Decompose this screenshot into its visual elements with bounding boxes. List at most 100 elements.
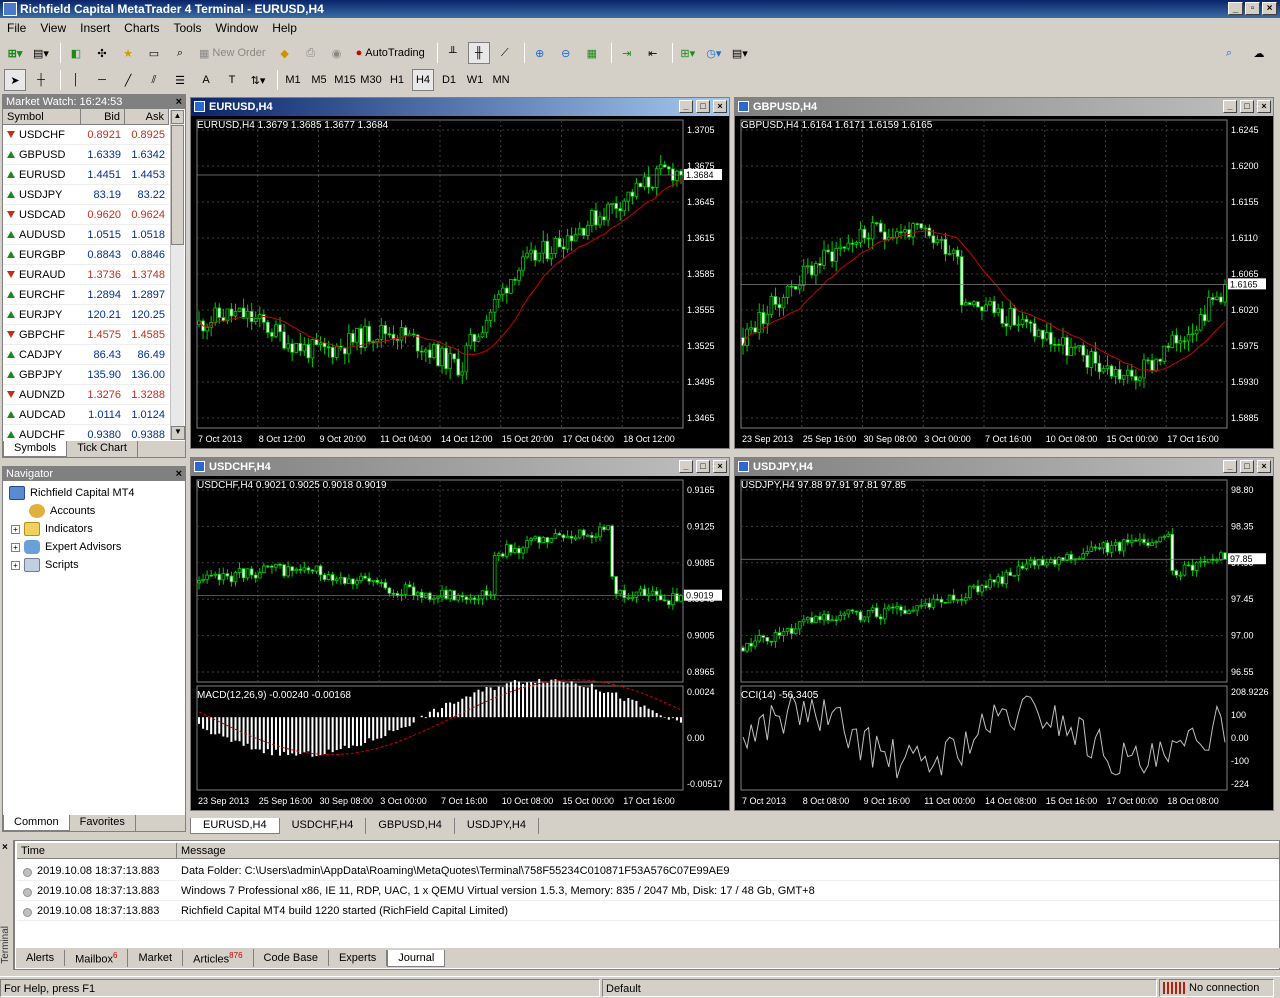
crosshair-icon[interactable]: ┼: [30, 69, 52, 91]
metaeditor-icon[interactable]: ◆: [274, 42, 296, 64]
menu-tools[interactable]: Tools: [167, 21, 209, 35]
chart-title-bar[interactable]: GBPUSD,H4 _ □ ×: [735, 98, 1273, 116]
timeframe-h4[interactable]: H4: [412, 69, 434, 91]
new-chart-icon[interactable]: ⊞▾: [4, 42, 26, 64]
templates-icon[interactable]: ▤▾: [729, 42, 751, 64]
minimize-button[interactable]: _: [1223, 460, 1237, 473]
menu-file[interactable]: File: [0, 21, 33, 35]
market-watch-row[interactable]: CADJPY 86.43 86.49: [3, 345, 169, 365]
terminal-tab-mailbox[interactable]: Mailbox6: [65, 948, 129, 968]
scroll-up-icon[interactable]: ▲: [171, 110, 184, 124]
timeframe-mn[interactable]: MN: [490, 69, 512, 91]
expand-icon[interactable]: +: [11, 524, 20, 534]
print-icon[interactable]: ⎙: [300, 42, 322, 64]
market-watch-row[interactable]: GBPJPY 135.90 136.00: [3, 365, 169, 385]
market-watch-row[interactable]: AUDCAD 1.0114 1.0124: [3, 405, 169, 425]
search-icon[interactable]: ⌕: [1218, 42, 1240, 64]
market-watch-scrollbar[interactable]: ▲ ▼: [170, 110, 185, 440]
close-button[interactable]: ×: [1257, 460, 1271, 473]
navigator-item-accounts[interactable]: Accounts: [3, 502, 185, 520]
chart-window-eurusd[interactable]: EURUSD,H4 _ □ × 1.3705 1.3675 1.3645 1.3615…: [190, 97, 730, 449]
journal-row[interactable]: 2019.10.08 18:37:13.883 Data Folder: C:\U…: [17, 861, 1279, 881]
periods-icon[interactable]: ◷▾: [703, 42, 725, 64]
maximize-button[interactable]: □: [696, 460, 710, 473]
timeframe-m30[interactable]: M30: [360, 69, 382, 91]
market-watch-row[interactable]: EURAUD 1.3736 1.3748: [3, 265, 169, 285]
autotrading-button[interactable]: ● AutoTrading: [352, 42, 429, 64]
zoom-out-icon[interactable]: ⊖: [555, 42, 577, 64]
candlestick-icon[interactable]: ╫: [467, 42, 490, 64]
chart-tab-usdjpy[interactable]: USDJPY,H4: [455, 818, 539, 834]
close-button[interactable]: ×: [713, 460, 727, 473]
market-watch-row[interactable]: EURJPY 120.21 120.25: [3, 305, 169, 325]
column-message[interactable]: Message: [177, 843, 1277, 858]
text-label-icon[interactable]: T: [221, 69, 243, 91]
navigator-icon[interactable]: ★: [117, 42, 139, 64]
tab-tick-chart[interactable]: Tick Chart: [67, 441, 138, 457]
chat-icon[interactable]: ☁: [1248, 42, 1270, 64]
close-icon[interactable]: ×: [176, 467, 182, 481]
chart-title-bar[interactable]: USDCHF,H4 _ □ ×: [191, 458, 729, 476]
timeframe-w1[interactable]: W1: [464, 69, 486, 91]
new-order-button[interactable]: ▦ New Order: [195, 42, 270, 64]
menu-window[interactable]: Window: [209, 21, 266, 35]
timeframe-m5[interactable]: M5: [308, 69, 330, 91]
timeframe-h1[interactable]: H1: [386, 69, 408, 91]
chart-tab-eurusd[interactable]: EURUSD,H4: [190, 818, 280, 834]
indicators-icon[interactable]: ⊞▾: [677, 42, 699, 64]
auto-scroll-icon[interactable]: ⇥: [616, 42, 638, 64]
scroll-thumb[interactable]: [171, 125, 184, 245]
menu-view[interactable]: View: [33, 21, 73, 35]
chart-title-bar[interactable]: EURUSD,H4 _ □ ×: [191, 98, 729, 116]
terminal-tab-articles[interactable]: Articles876: [183, 948, 254, 968]
market-watch-row[interactable]: USDJPY 83.19 83.22: [3, 185, 169, 205]
terminal-tab-alerts[interactable]: Alerts: [16, 950, 66, 966]
tile-windows-icon[interactable]: ▦: [581, 42, 603, 64]
arrows-icon[interactable]: ⇅▾: [247, 69, 269, 91]
market-watch-row[interactable]: AUDNZD 1.3276 1.3288: [3, 385, 169, 405]
tester-icon[interactable]: ⌕: [169, 42, 191, 64]
column-symbol[interactable]: Symbol: [3, 109, 81, 124]
tab-favorites[interactable]: Favorites: [70, 815, 136, 831]
trendline-icon[interactable]: ╱: [117, 69, 139, 91]
price-chart[interactable]: 1.6245 1.6200 1.6155 1.6110 1.6065 1.6020 1.59…: [735, 116, 1273, 448]
menu-insert[interactable]: Insert: [73, 21, 117, 35]
navigator-item-expert-advisors[interactable]: + Expert Advisors: [3, 538, 185, 556]
navigator-item-scripts[interactable]: + Scripts: [3, 556, 185, 574]
terminal-icon[interactable]: ▭: [143, 42, 165, 64]
chart-tab-gbpusd[interactable]: GBPUSD,H4: [366, 818, 455, 834]
expand-icon[interactable]: +: [11, 560, 20, 570]
expand-icon[interactable]: +: [11, 542, 20, 552]
navigator-root[interactable]: Richfield Capital MT4: [3, 484, 185, 502]
tab-common[interactable]: Common: [3, 815, 70, 831]
column-bid[interactable]: Bid: [81, 109, 125, 124]
close-icon[interactable]: ×: [176, 95, 182, 109]
close-button[interactable]: ×: [713, 100, 727, 113]
terminal-tab-market[interactable]: Market: [128, 950, 184, 966]
chart-title-bar[interactable]: USDJPY,H4 _ □ ×: [735, 458, 1273, 476]
chart-tab-usdchf[interactable]: USDCHF,H4: [280, 818, 367, 834]
market-watch-row[interactable]: AUDUSD 1.0515 1.0518: [3, 225, 169, 245]
market-watch-row[interactable]: EURGBP 0.8843 0.8846: [3, 245, 169, 265]
price-chart[interactable]: 98.8098.3597.9097.4597.0096.5597.85208.9…: [735, 476, 1273, 810]
data-window-icon[interactable]: ✣: [91, 42, 113, 64]
market-watch-row[interactable]: USDCHF 0.8921 0.8925: [3, 125, 169, 145]
profiles-icon[interactable]: ▤▾: [30, 42, 52, 64]
column-time[interactable]: Time: [17, 843, 177, 858]
minimize-button[interactable]: _: [1228, 2, 1243, 15]
chart-window-gbpusd[interactable]: GBPUSD,H4 _ □ × 1.6245 1.6200 1.6155 1.6110…: [734, 97, 1274, 449]
menu-charts[interactable]: Charts: [117, 21, 166, 35]
market-watch-row[interactable]: GBPCHF 1.4575 1.4585: [3, 325, 169, 345]
journal-row[interactable]: 2019.10.08 18:37:13.883 Windows 7 Profess…: [17, 881, 1279, 901]
minimize-button[interactable]: _: [679, 100, 693, 113]
timeframe-d1[interactable]: D1: [438, 69, 460, 91]
market-watch-row[interactable]: EURUSD 1.4451 1.4453: [3, 165, 169, 185]
market-watch-row[interactable]: USDCAD 0.9620 0.9624: [3, 205, 169, 225]
close-button[interactable]: ×: [1257, 100, 1271, 113]
line-chart-icon[interactable]: ⟋: [494, 42, 516, 64]
maximize-button[interactable]: □: [1240, 100, 1254, 113]
tab-symbols[interactable]: Symbols: [3, 441, 68, 457]
maximize-button[interactable]: □: [1240, 460, 1254, 473]
close-button[interactable]: ×: [1262, 2, 1277, 15]
minimize-button[interactable]: _: [1223, 100, 1237, 113]
